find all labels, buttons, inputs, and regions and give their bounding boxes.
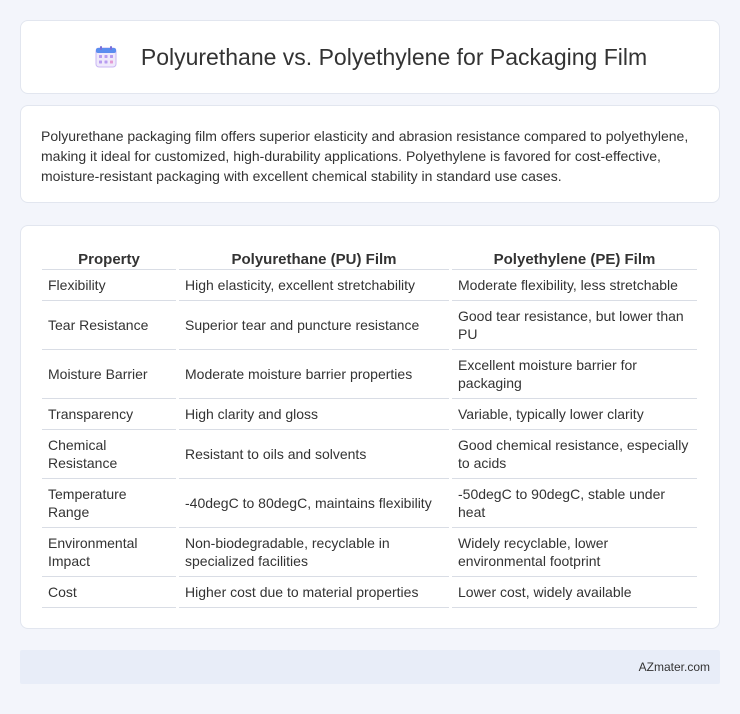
row-property: Cost xyxy=(42,577,176,608)
row-property: Moisture Barrier xyxy=(42,350,176,399)
row-pu-value: High clarity and gloss xyxy=(179,399,449,430)
header-pu-film: Polyurethane (PU) Film xyxy=(179,246,449,270)
table-header-row: Property Polyurethane (PU) Film Polyethy… xyxy=(42,246,697,270)
row-pu-value: Higher cost due to material properties xyxy=(179,577,449,608)
row-pe-value: Widely recyclable, lower environmental f… xyxy=(452,528,697,577)
calendar-icon xyxy=(93,44,119,70)
comparison-table-card: Property Polyurethane (PU) Film Polyethy… xyxy=(20,225,720,629)
summary-card: Polyurethane packaging film offers super… xyxy=(20,105,720,203)
row-pe-value: Lower cost, widely available xyxy=(452,577,697,608)
header-pe-film: Polyethylene (PE) Film xyxy=(452,246,697,270)
table-row: Moisture Barrier Moderate moisture barri… xyxy=(42,350,697,399)
comparison-table: Property Polyurethane (PU) Film Polyethy… xyxy=(39,246,700,608)
footer-brand: AZmater.com xyxy=(638,660,710,674)
row-pu-value: Non-biodegradable, recyclable in special… xyxy=(179,528,449,577)
row-property: Flexibility xyxy=(42,270,176,301)
row-pu-value: Moderate moisture barrier properties xyxy=(179,350,449,399)
table-row: Tear Resistance Superior tear and punctu… xyxy=(42,301,697,350)
row-pu-value: High elasticity, excellent stretchabilit… xyxy=(179,270,449,301)
row-pu-value: -40degC to 80degC, maintains flexibility xyxy=(179,479,449,528)
row-pu-value: Resistant to oils and solvents xyxy=(179,430,449,479)
row-pe-value: Variable, typically lower clarity xyxy=(452,399,697,430)
row-pe-value: -50degC to 90degC, stable under heat xyxy=(452,479,697,528)
row-property: Transparency xyxy=(42,399,176,430)
row-pe-value: Good tear resistance, but lower than PU xyxy=(452,301,697,350)
row-pu-value: Superior tear and puncture resistance xyxy=(179,301,449,350)
footer-bar: AZmater.com xyxy=(20,650,720,684)
row-pe-value: Excellent moisture barrier for packaging xyxy=(452,350,697,399)
page-title: Polyurethane vs. Polyethylene for Packag… xyxy=(140,43,648,70)
table-row: Flexibility High elasticity, excellent s… xyxy=(42,270,697,301)
table-row: Cost Higher cost due to material propert… xyxy=(42,577,697,608)
row-property: Tear Resistance xyxy=(42,301,176,350)
header-card: Polyurethane vs. Polyethylene for Packag… xyxy=(20,20,720,94)
row-property: Temperature Range xyxy=(42,479,176,528)
row-pe-value: Moderate flexibility, less stretchable xyxy=(452,270,697,301)
row-property: Environmental Impact xyxy=(42,528,176,577)
table-row: Environmental Impact Non-biodegradable, … xyxy=(42,528,697,577)
header-property: Property xyxy=(42,246,176,270)
table-row: Transparency High clarity and gloss Vari… xyxy=(42,399,697,430)
table-row: Chemical Resistance Resistant to oils an… xyxy=(42,430,697,479)
row-pe-value: Good chemical resistance, especially to … xyxy=(452,430,697,479)
summary-text: Polyurethane packaging film offers super… xyxy=(41,128,689,184)
table-row: Temperature Range -40degC to 80degC, mai… xyxy=(42,479,697,528)
row-property: Chemical Resistance xyxy=(42,430,176,479)
